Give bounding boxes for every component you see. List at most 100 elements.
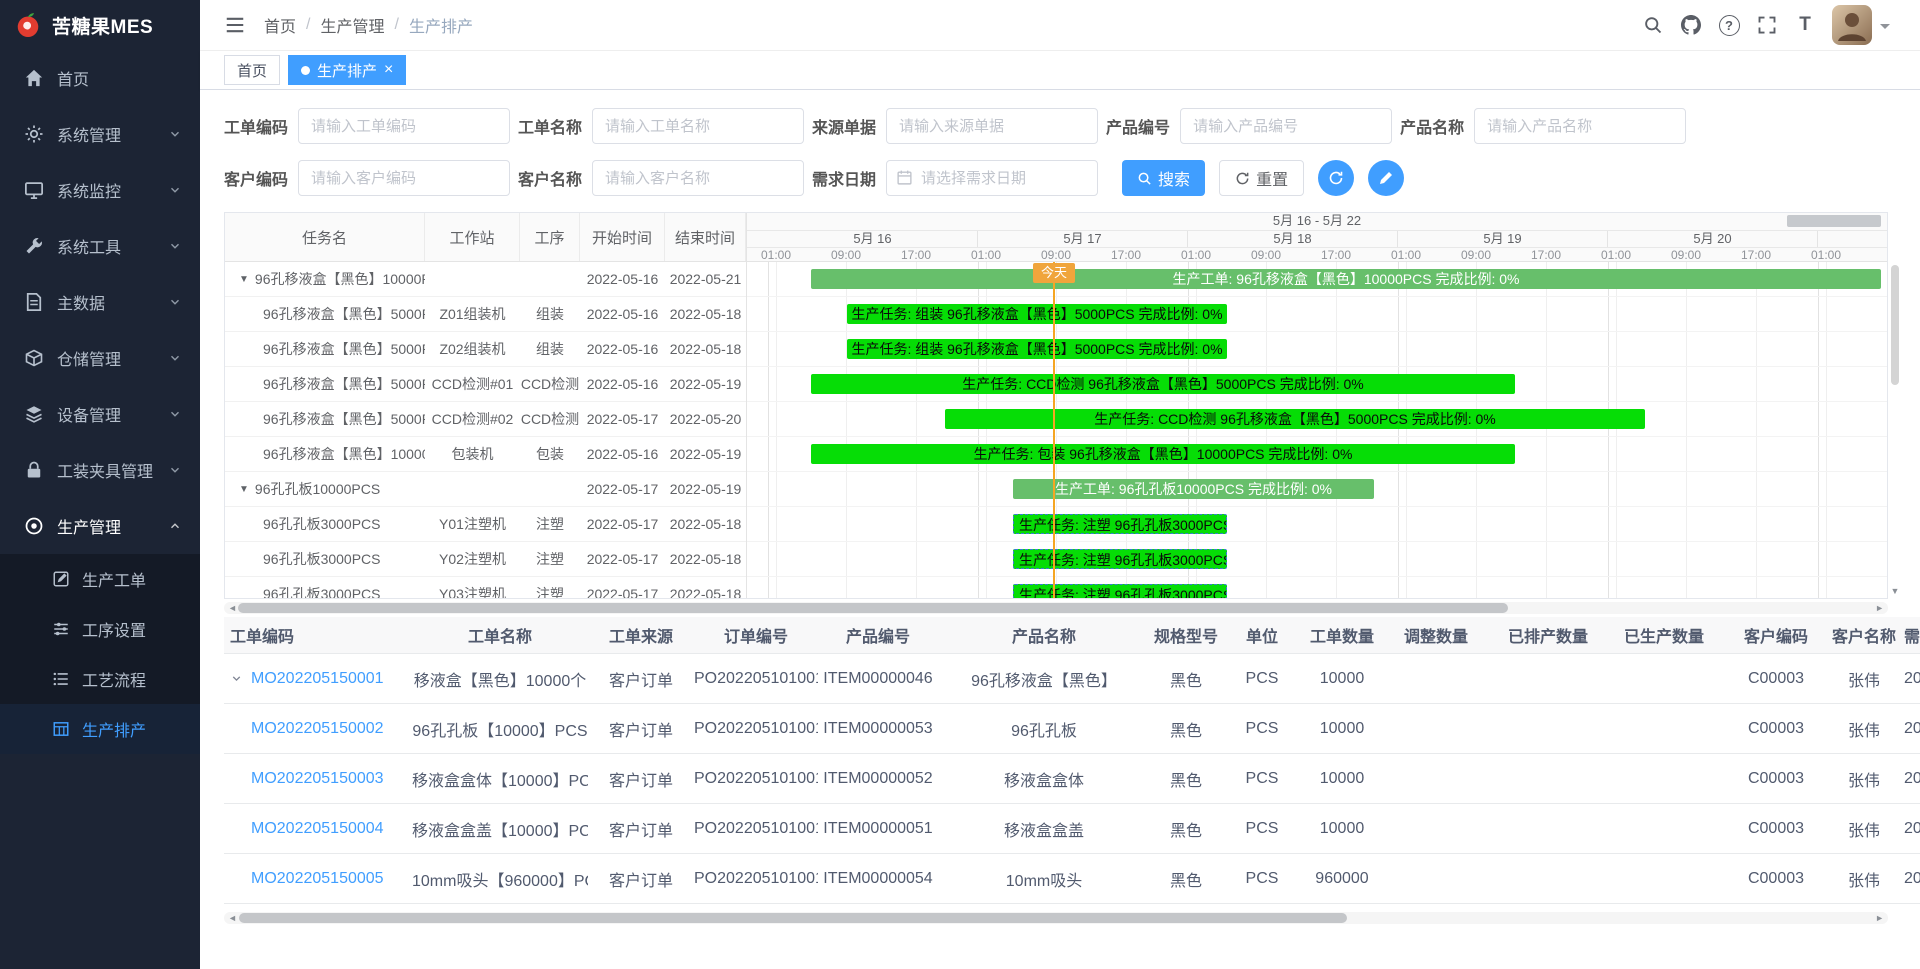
gantt-chart-body: 生产工单: 96孔移液盒【黑色】10000PCS 完成比例: 0% 生产任务: 组… xyxy=(747,262,1887,598)
sidebar-item[interactable]: 工艺流程 xyxy=(0,654,200,704)
gantt-task-row[interactable]: 96孔移液盒【黑色】5000PCSZ02组装机组装2022-05-162022-… xyxy=(225,332,746,367)
orders-column-header: 客户名称 xyxy=(1830,617,1898,654)
gantt-hour-label: 09:00 xyxy=(822,248,870,262)
gantt-task-bar[interactable]: 生产任务: 组装 96孔移液盒【黑色】5000PCS 完成比例: 0% xyxy=(847,339,1227,359)
sidebar-item[interactable]: 仓储管理 xyxy=(0,330,200,386)
gantt-task-row[interactable]: 96孔孔板3000PCSY02注塑机注塑2022-05-172022-05-18 xyxy=(225,542,746,577)
search-icon[interactable] xyxy=(1642,14,1664,36)
gantt-header-scrollbar[interactable] xyxy=(1787,215,1881,227)
gantt-task-bar[interactable]: 生产任务: 注塑 96孔孔板3000PCS 完成比例: 0% xyxy=(1013,549,1227,569)
vertical-scroll-thumb[interactable] xyxy=(1891,265,1899,385)
orders-cell: ITEM00000052 xyxy=(818,754,938,804)
tab-item[interactable]: 首页 xyxy=(224,55,280,85)
gantt-vertical-scrollbar[interactable]: ▼ xyxy=(1889,263,1901,596)
source-document-input[interactable] xyxy=(886,108,1098,144)
sidebar-item[interactable]: 首页 xyxy=(0,50,200,106)
orders-horizontal-scrollbar[interactable]: ◄ ► xyxy=(224,912,1888,924)
sidebar-item[interactable]: 系统监控 xyxy=(0,162,200,218)
gantt-task-bar[interactable]: 生产任务: 注塑 96孔孔板3000PCS 完成比例: 0% xyxy=(1013,584,1227,598)
horizontal-scroll-thumb[interactable] xyxy=(238,603,1508,613)
product-name-input[interactable] xyxy=(1474,108,1686,144)
horizontal-scroll-thumb[interactable] xyxy=(239,913,1347,923)
work-order-code-input[interactable] xyxy=(298,108,510,144)
gantt-task-name: 96孔孔板3000PCS xyxy=(225,549,425,569)
sidebar-item[interactable]: 系统管理 xyxy=(0,106,200,162)
order-code-link[interactable]: MO202205150005 xyxy=(251,870,384,887)
breadcrumb-item[interactable]: 首页 xyxy=(264,13,296,37)
row-expand-icon[interactable] xyxy=(230,672,243,685)
sidebar-item[interactable]: 系统工具 xyxy=(0,218,200,274)
customer-name-input[interactable] xyxy=(592,160,804,196)
tab-close-icon[interactable]: × xyxy=(384,62,393,78)
home-icon xyxy=(24,68,44,88)
gantt-horizontal-scrollbar[interactable]: ◄ ► xyxy=(224,602,1888,614)
gantt-task-start: 2022-05-17 xyxy=(580,411,665,427)
sidebar-item[interactable]: 生产排产 xyxy=(0,704,200,754)
order-code-link[interactable]: MO202205150003 xyxy=(251,770,384,787)
scroll-left-icon[interactable]: ◄ xyxy=(228,912,237,924)
search-button[interactable]: 搜索 xyxy=(1122,160,1205,196)
sidebar-item[interactable]: 工序设置 xyxy=(0,604,200,654)
sidebar-item[interactable]: 主数据 xyxy=(0,274,200,330)
gantt-task-row[interactable]: 96孔孔板3000PCSY03注塑机注塑2022-05-172022-05-18 xyxy=(225,577,746,598)
gantt-task-end: 2022-05-19 xyxy=(665,376,746,392)
help-icon[interactable]: ? xyxy=(1718,14,1740,36)
orders-cell xyxy=(1382,804,1490,854)
github-icon[interactable] xyxy=(1680,14,1702,36)
orders-column-header: 单位 xyxy=(1222,617,1302,654)
topbar: 首页/生产管理/生产排产 ? T xyxy=(200,0,1920,51)
work-order-name-input[interactable] xyxy=(592,108,804,144)
product-code-input[interactable] xyxy=(1180,108,1392,144)
orders-column-header: 产品名称 xyxy=(938,617,1150,654)
sync-button[interactable] xyxy=(1318,160,1354,196)
order-code-link[interactable]: MO202205150002 xyxy=(251,720,384,737)
gantt-task-row[interactable]: 96孔孔板3000PCSY01注塑机注塑2022-05-172022-05-18 xyxy=(225,507,746,542)
gantt-task-bar[interactable]: 生产任务: CCD检测 96孔移液盒【黑色】5000PCS 完成比例: 0% xyxy=(811,374,1515,394)
gantt-task-row[interactable]: 96孔移液盒【黑色】10000PCS包装机包装2022-05-162022-05… xyxy=(225,437,746,472)
sidebar-item[interactable]: 工装夹具管理 xyxy=(0,442,200,498)
gantt-task-row[interactable]: 96孔移液盒【黑色】5000PCSCCD检测#01CCD检测2022-05-16… xyxy=(225,367,746,402)
tree-expand-icon[interactable]: ▼ xyxy=(239,484,249,495)
order-code-link[interactable]: MO202205150004 xyxy=(251,820,384,837)
gantt-task-bar[interactable]: 生产任务: 包装 96孔移液盒【黑色】10000PCS 完成比例: 0% xyxy=(811,444,1515,464)
avatar[interactable] xyxy=(1832,5,1872,45)
filter-field: 客户名称 xyxy=(518,160,804,196)
sidebar-item[interactable]: 设备管理 xyxy=(0,386,200,442)
gantt-task-bar[interactable]: 生产任务: CCD检测 96孔移液盒【黑色】5000PCS 完成比例: 0% xyxy=(945,409,1645,429)
demand-date-input[interactable] xyxy=(886,160,1098,196)
chevron-down-icon xyxy=(168,463,182,477)
orders-column-header: 需求日期 xyxy=(1898,617,1920,654)
gantt-task-row[interactable]: 96孔移液盒【黑色】5000PCSZ01组装机组装2022-05-162022-… xyxy=(225,297,746,332)
gantt-task-row[interactable]: ▼96孔孔板10000PCS2022-05-172022-05-19 xyxy=(225,472,746,507)
gantt-day-label: 5月 17 xyxy=(978,231,1188,247)
scroll-left-icon[interactable]: ◄ xyxy=(228,602,237,614)
sidebar-item[interactable]: 生产管理 xyxy=(0,498,200,554)
orders-cell: C00003 xyxy=(1722,654,1830,704)
tree-expand-icon[interactable]: ▼ xyxy=(239,274,249,285)
scroll-right-icon[interactable]: ► xyxy=(1875,602,1884,614)
reset-button[interactable]: 重置 xyxy=(1219,160,1304,196)
fullscreen-icon[interactable] xyxy=(1756,14,1778,36)
sidebar-item[interactable]: 生产工单 xyxy=(0,554,200,604)
font-size-icon[interactable]: T xyxy=(1794,14,1816,36)
gantt-task-row[interactable]: 96孔移液盒【黑色】5000PCSCCD检测#02CCD检测2022-05-17… xyxy=(225,402,746,437)
sidebar-toggle-icon[interactable] xyxy=(224,14,246,36)
gantt-order-bar[interactable]: 生产工单: 96孔孔板10000PCS 完成比例: 0% xyxy=(1013,479,1374,499)
gantt-task-bar[interactable]: 生产任务: 组装 96孔移液盒【黑色】5000PCS 完成比例: 0% xyxy=(847,304,1227,324)
edit-button[interactable] xyxy=(1368,160,1404,196)
scroll-right-icon[interactable]: ► xyxy=(1875,912,1884,924)
tab-item[interactable]: 生产排产× xyxy=(288,55,406,85)
gantt-task-bar[interactable]: 生产任务: 注塑 96孔孔板3000PCS 完成比例: 0% xyxy=(1013,514,1227,534)
customer-code-input[interactable] xyxy=(298,160,510,196)
avatar-caret-icon[interactable] xyxy=(1880,24,1890,34)
gantt-task-station: Z02组装机 xyxy=(425,339,520,359)
gantt-task-end: 2022-05-18 xyxy=(665,516,746,532)
orders-column-header: 工单来源 xyxy=(588,617,694,654)
gantt-order-bar[interactable]: 生产工单: 96孔移液盒【黑色】10000PCS 完成比例: 0% xyxy=(811,269,1881,289)
gantt-day-label: 5月 19 xyxy=(1398,231,1608,247)
scroll-down-icon[interactable]: ▼ xyxy=(1889,586,1901,596)
order-code-link[interactable]: MO202205150001 xyxy=(251,670,384,687)
filter-label: 客户名称 xyxy=(518,166,582,190)
gantt-task-row[interactable]: ▼96孔移液盒【黑色】10000PCS2022-05-162022-05-21 xyxy=(225,262,746,297)
orders-cell xyxy=(1606,854,1722,904)
